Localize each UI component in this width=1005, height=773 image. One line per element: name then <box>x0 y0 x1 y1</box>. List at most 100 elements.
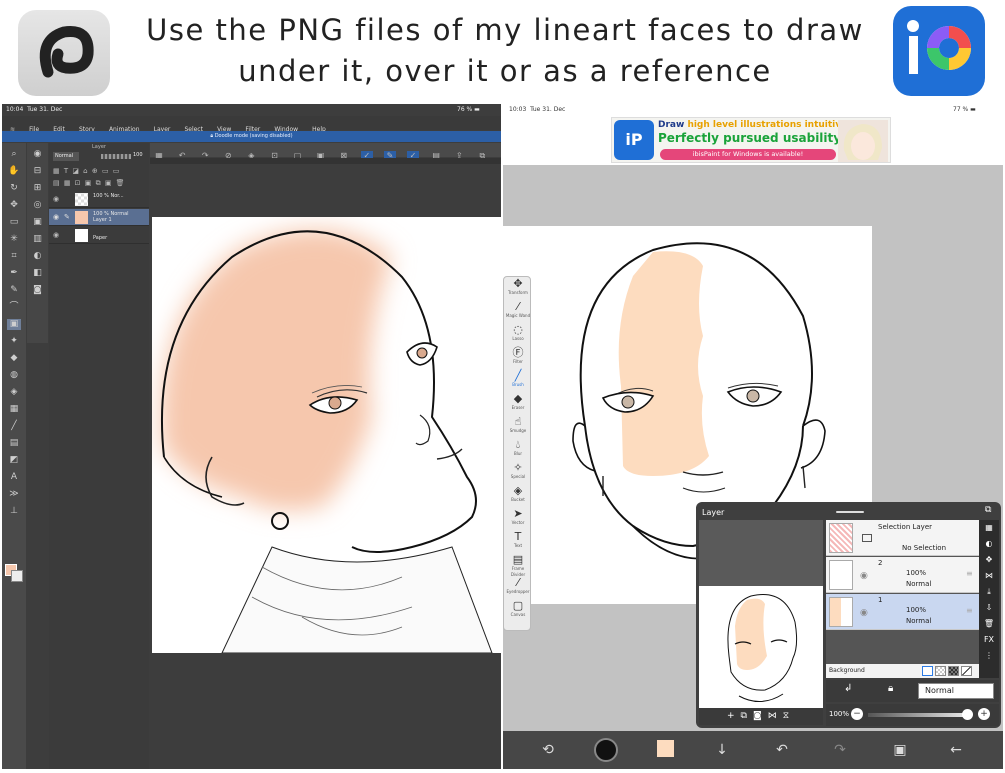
blend-icon[interactable]: ◍ <box>7 370 21 381</box>
text-tool[interactable]: T Text <box>504 530 532 553</box>
redo-icon[interactable]: ↷ <box>828 738 852 762</box>
eye-icon[interactable]: ◉ <box>53 213 59 221</box>
trash-icon[interactable]: 🗑︎ <box>979 616 999 632</box>
eye-icon[interactable]: ◉ <box>860 608 868 618</box>
bg-white-swatch[interactable] <box>922 666 933 676</box>
eye-icon[interactable]: ◉ <box>53 195 59 203</box>
opacity-slider[interactable] <box>868 713 970 717</box>
color-set-icon[interactable]: ◐ <box>31 251 45 262</box>
history-icon[interactable]: ▥ <box>31 234 45 245</box>
tool-swap-icon[interactable]: ⟲ <box>536 738 560 762</box>
back-icon[interactable]: ← <box>944 738 968 762</box>
blur-tool[interactable]: 💧︎ Blur <box>504 438 532 461</box>
drag-grip-icon[interactable]: ≡ <box>966 606 973 615</box>
bg-none-swatch[interactable] <box>961 666 972 676</box>
transform-tool[interactable]: ✥ Transform <box>504 277 532 300</box>
eyedropper-icon[interactable]: ⌗ <box>7 251 21 262</box>
special-tool[interactable]: ✧ Special <box>504 461 532 484</box>
wand-icon[interactable]: ✳ <box>7 234 21 245</box>
eraser-tool[interactable]: ◆ Eraser <box>504 392 532 415</box>
csp-layer-row[interactable]: ◉ Paper <box>49 227 149 244</box>
selection-icon[interactable]: ▭ <box>7 217 21 228</box>
eye-icon[interactable]: ◉ <box>860 571 868 581</box>
layer-row[interactable]: ◉ 2 100% Normal ≡ <box>826 557 979 593</box>
color-swatch[interactable] <box>657 740 674 757</box>
fx-icon[interactable]: FX <box>979 632 999 648</box>
drag-grip-icon[interactable]: ≡ <box>966 569 973 578</box>
rotate-icon[interactable]: ↻ <box>7 183 21 194</box>
move-arrows-icon[interactable]: ✥ <box>979 552 999 568</box>
pencil-icon[interactable]: ✎ <box>7 285 21 296</box>
ad-box[interactable]: iP Draw high level illustrations intuiti… <box>611 117 891 163</box>
flip-horizontal-icon[interactable]: ⋈ <box>768 711 783 721</box>
layer-opacity-slider[interactable] <box>101 154 131 159</box>
layer-row-selected[interactable]: ◉ 1 100% Normal ≡ <box>826 594 979 630</box>
copy-layer-icon[interactable]: ⧉ <box>741 711 753 721</box>
bucket-tool[interactable]: ◈ Bucket <box>504 484 532 507</box>
correct-line-icon[interactable]: ≫ <box>7 489 21 500</box>
blend-mode-select[interactable]: Normal <box>918 683 994 699</box>
camera-icon[interactable]: ◙ <box>753 711 768 721</box>
material-icon[interactable]: ▣ <box>31 217 45 228</box>
layer-property-icon[interactable]: ◉ <box>31 149 45 160</box>
magic-wand-tool[interactable]: ⁄ Magic Wand <box>504 300 532 323</box>
pen-icon[interactable]: ✒ <box>7 268 21 279</box>
csp-canvas[interactable] <box>152 217 501 654</box>
gradient-icon[interactable]: ▦ <box>7 404 21 415</box>
filter-tool[interactable]: Ⓕ Filter <box>504 346 532 369</box>
ruler-icon[interactable]: ⊥ <box>7 506 21 517</box>
opacity-slider-handle[interactable] <box>962 709 973 720</box>
contrast-icon[interactable]: ◐ <box>979 536 999 552</box>
zoom-icon[interactable]: ⌕ <box>7 149 21 160</box>
drag-handle[interactable] <box>836 511 864 513</box>
brush-icon[interactable]: ⌒ <box>7 302 21 313</box>
airbrush-icon[interactable]: ▣ <box>7 319 21 330</box>
opacity-minus-button[interactable]: − <box>851 708 863 720</box>
fill-icon[interactable]: ◈ <box>7 387 21 398</box>
csp-layer-row[interactable]: ◉ 100 % Nor... <box>49 191 149 208</box>
checker-icon[interactable]: ▦ <box>979 520 999 536</box>
merge-down-icon[interactable]: ⤓ <box>979 584 999 600</box>
sub-tool-icon[interactable]: ⊟ <box>31 166 45 177</box>
eyedropper-tool[interactable]: ⁄ Eyedropper <box>504 576 532 599</box>
decoration-icon[interactable]: ✦ <box>7 336 21 347</box>
color-chip[interactable] <box>5 564 23 582</box>
download-icon[interactable]: ⇩ <box>979 600 999 616</box>
opacity-plus-button[interactable]: + <box>978 708 990 720</box>
layers-icon[interactable]: ▣ <box>888 738 912 762</box>
figure-icon[interactable]: ╱ <box>7 421 21 432</box>
more-icon[interactable]: ⋮ <box>979 648 999 664</box>
frame-icon[interactable]: ▤ <box>7 438 21 449</box>
canvas-tool[interactable]: ▢ Canvas <box>504 599 532 622</box>
layer-panel-buttons[interactable]: ▦ T ◪ ⌂ ⊕ ▭ ▭ ▤ ▦ ⊡ ▣ ⧉ ▣ 🗑︎ <box>53 165 145 189</box>
lasso-tool[interactable]: ◌ Lasso <box>504 323 532 346</box>
vector-tool[interactable]: ➤ Vector <box>504 507 532 530</box>
tool-property-icon[interactable]: ⊞ <box>31 183 45 194</box>
window-toggle-icon[interactable]: ⧉ <box>985 505 991 515</box>
eraser-icon[interactable]: ◆ <box>7 353 21 364</box>
lock-alpha-icon[interactable]: 🔒︎ <box>888 683 893 694</box>
flip-icon[interactable]: ⋈ <box>979 568 999 584</box>
bg-transparent-swatch[interactable] <box>935 666 946 676</box>
navigator-icon[interactable]: ◎ <box>31 200 45 211</box>
bg-dark-swatch[interactable] <box>948 666 959 676</box>
undo-icon[interactable]: ↶ <box>770 738 794 762</box>
csp-layer-row-selected[interactable]: ◉ ✎ 100 % Normal Layer 1 <box>49 209 149 226</box>
ad-banner[interactable]: iP Draw high level illustrations intuiti… <box>503 115 1003 165</box>
background-row[interactable]: Background <box>826 664 979 678</box>
text-icon[interactable]: A <box>7 472 21 483</box>
down-arrow-icon[interactable]: ↓ <box>710 738 734 762</box>
smudge-tool[interactable]: ☝ Smudge <box>504 415 532 438</box>
clipping-icon[interactable]: ↲ <box>844 683 852 694</box>
camera-icon[interactable]: ◙ <box>31 285 45 296</box>
brush-size-icon[interactable] <box>594 738 618 762</box>
flip-vertical-icon[interactable]: ⧖ <box>783 711 795 721</box>
frame-divider-tool[interactable]: ▤ Frame Divider <box>504 553 532 577</box>
eye-icon[interactable]: ◉ <box>53 231 59 239</box>
layer-blend-select[interactable]: Normal <box>53 152 79 161</box>
balloon-icon[interactable]: ◩ <box>7 455 21 466</box>
add-layer-icon[interactable]: + <box>727 711 741 721</box>
hand-icon[interactable]: ✋ <box>7 166 21 177</box>
selection-layer-row[interactable]: Selection Layer No Selection <box>826 520 979 556</box>
move-icon[interactable]: ✥ <box>7 200 21 211</box>
